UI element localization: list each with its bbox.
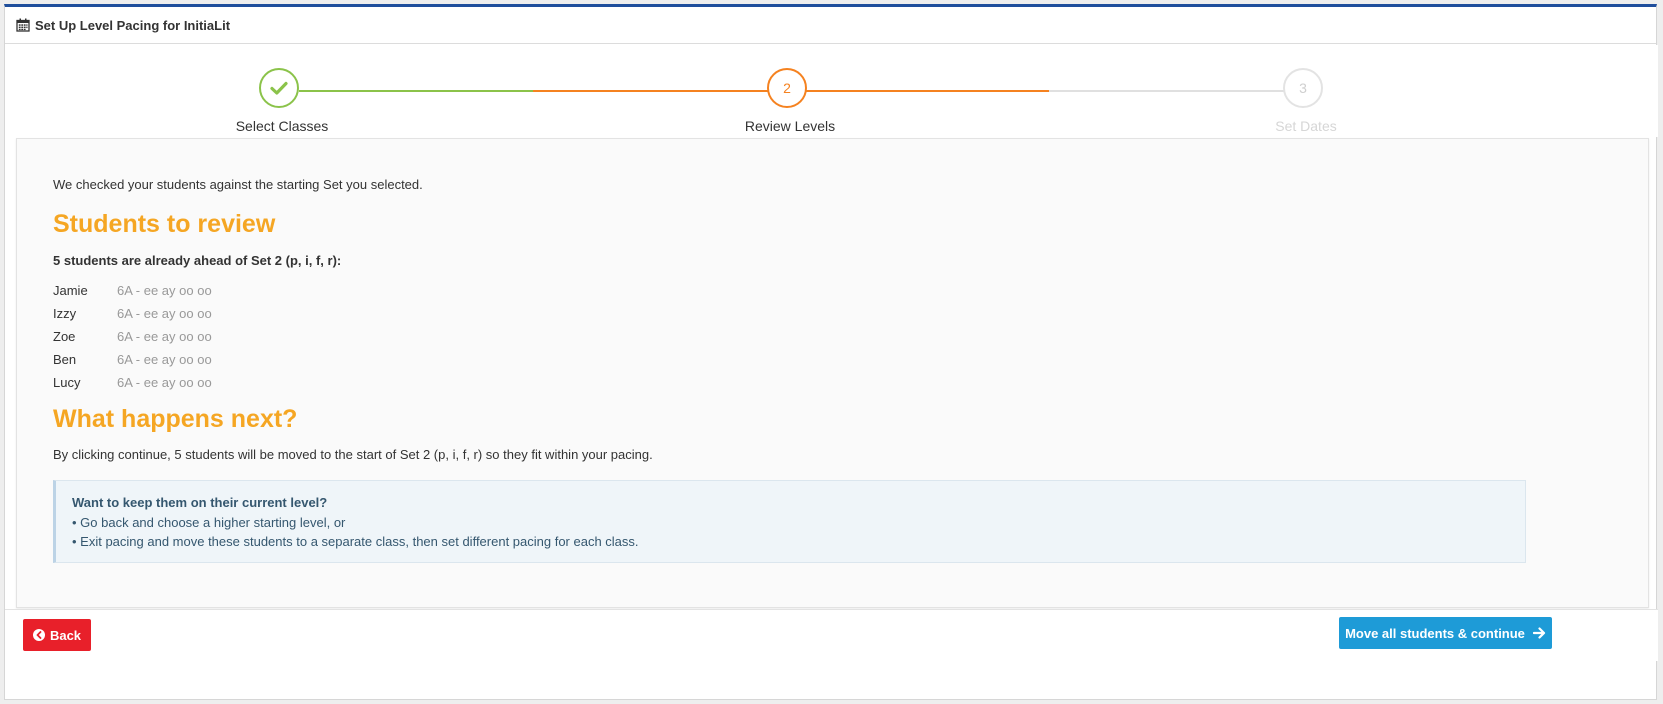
step-1-circle xyxy=(259,68,299,108)
window-title: Set Up Level Pacing for InitiaLit xyxy=(35,17,231,33)
calendar-icon xyxy=(16,18,30,32)
step-connector-pending xyxy=(1049,90,1285,92)
next-text: By clicking continue, 5 students will be… xyxy=(53,447,653,462)
student-class: 6A - ee ay oo oo xyxy=(117,306,212,321)
student-list: Jamie 6A - ee ay oo oo Izzy 6A - ee ay o… xyxy=(53,279,212,394)
intro-text: We checked your students against the sta… xyxy=(53,177,423,192)
info-line: • Go back and choose a higher starting l… xyxy=(72,515,346,530)
back-button[interactable]: Back xyxy=(23,619,91,651)
student-class: 6A - ee ay oo oo xyxy=(117,375,212,390)
arrow-circle-left-icon xyxy=(32,629,45,641)
step-1-label: Select Classes xyxy=(235,118,329,134)
info-title: Want to keep them on their current level… xyxy=(72,495,328,510)
check-icon xyxy=(270,81,288,95)
step-2-number: 2 xyxy=(783,80,791,96)
step-3-number: 3 xyxy=(1299,80,1307,96)
student-name: Izzy xyxy=(53,306,77,321)
step-connector-complete xyxy=(299,90,533,92)
step-2-label: Review Levels xyxy=(744,118,836,134)
title-bar: Set Up Level Pacing for InitiaLit xyxy=(5,7,1656,44)
footer-bar: Back Move all students & continue xyxy=(5,609,1658,661)
back-button-label: Back xyxy=(49,627,82,643)
list-item: Zoe 6A - ee ay oo oo xyxy=(53,325,212,348)
student-class: 6A - ee ay oo oo xyxy=(117,352,212,367)
next-heading: What happens next? xyxy=(53,405,298,433)
student-name: Jamie xyxy=(53,283,88,298)
continue-button-label: Move all students & continue xyxy=(1345,625,1525,641)
student-name: Lucy xyxy=(53,375,81,390)
screen: Set Up Level Pacing for InitiaLit Select… xyxy=(0,0,1663,704)
info-callout: Want to keep them on their current level… xyxy=(53,480,1526,563)
student-class: 6A - ee ay oo oo xyxy=(117,283,212,298)
progress-stepper: Select Classes 2 Review Levels 3 Set Dat… xyxy=(5,45,1658,137)
step-2-circle: 2 xyxy=(767,68,807,108)
info-line: • Exit pacing and move these students to… xyxy=(72,534,639,549)
step-3-circle: 3 xyxy=(1283,68,1323,108)
modal-window: Set Up Level Pacing for InitiaLit Select… xyxy=(4,4,1658,700)
list-item: Jamie 6A - ee ay oo oo xyxy=(53,279,212,302)
student-name: Ben xyxy=(53,352,77,367)
review-heading: Students to review xyxy=(53,210,276,238)
review-panel: We checked your students against the sta… xyxy=(16,138,1649,608)
arrow-right-icon xyxy=(1532,627,1546,639)
review-subheading: 5 students are already ahead of Set 2 (p… xyxy=(53,253,342,268)
list-item: Lucy 6A - ee ay oo oo xyxy=(53,371,212,394)
student-name: Zoe xyxy=(53,329,76,344)
step-3-label: Set Dates xyxy=(1275,118,1337,134)
student-class: 6A - ee ay oo oo xyxy=(117,329,212,344)
list-item: Ben 6A - ee ay oo oo xyxy=(53,348,212,371)
list-item: Izzy 6A - ee ay oo oo xyxy=(53,302,212,325)
continue-button[interactable]: Move all students & continue xyxy=(1339,617,1552,649)
